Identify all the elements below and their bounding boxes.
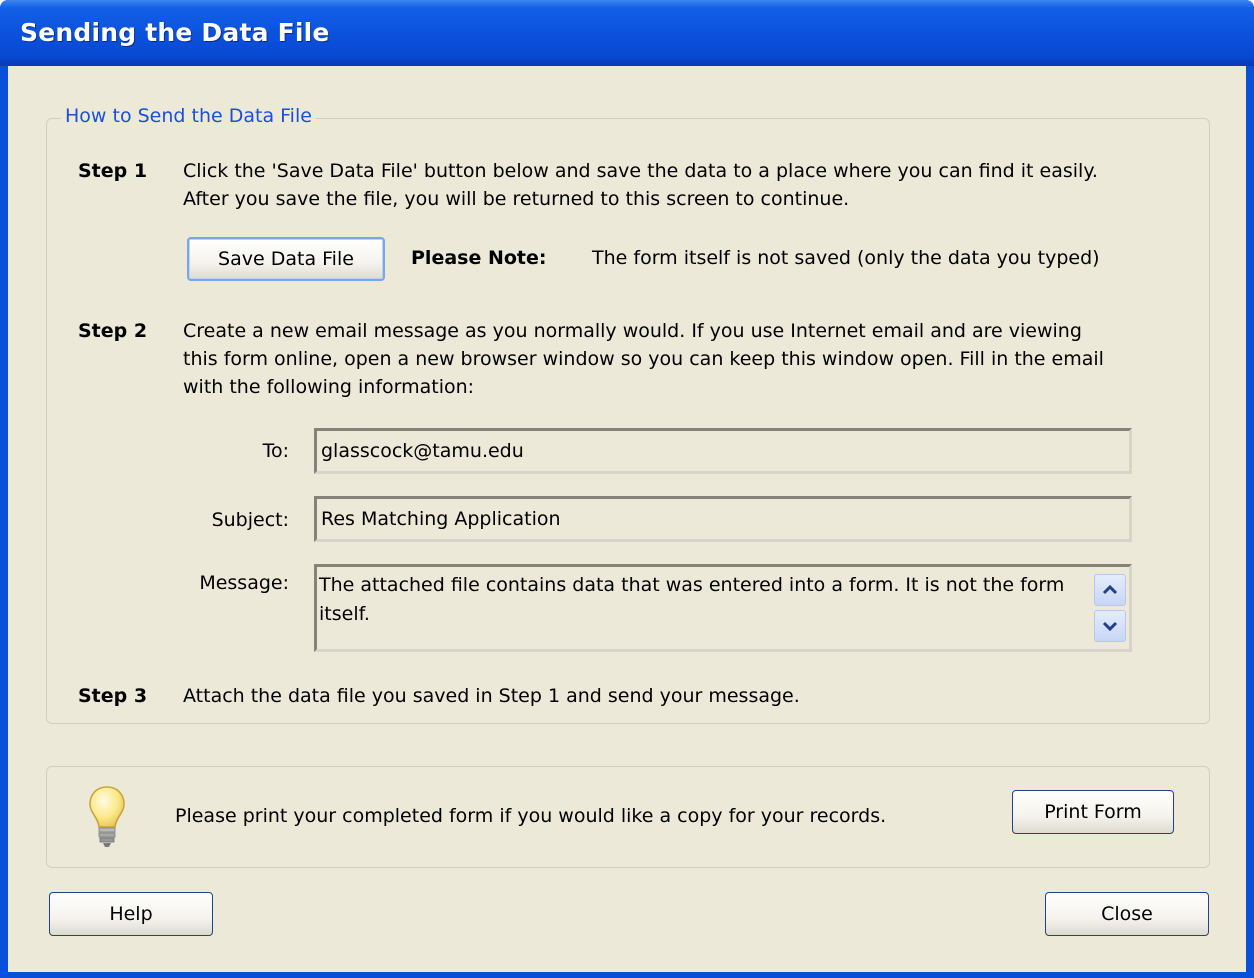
step1-label: Step 1	[78, 160, 148, 182]
to-field[interactable]	[314, 428, 1132, 474]
close-button[interactable]: Close	[1045, 892, 1209, 936]
note-label: Please Note:	[411, 247, 547, 269]
scroll-down-button[interactable]	[1094, 610, 1126, 642]
message-field[interactable]: The attached file contains data that was…	[314, 564, 1132, 652]
lightbulb-icon	[89, 786, 125, 847]
help-button[interactable]: Help	[49, 892, 213, 936]
message-text: The attached file contains data that was…	[319, 574, 1065, 625]
message-label: Message:	[199, 572, 289, 594]
save-data-file-button[interactable]: Save Data File	[187, 237, 385, 281]
print-tip-text: Please print your completed form if you …	[175, 805, 887, 827]
print-form-button[interactable]: Print Form	[1012, 790, 1174, 834]
dialog-body: How to Send the Data File Step 1 Click t…	[8, 66, 1246, 972]
step1-text: Click the 'Save Data File' button below …	[183, 160, 1098, 210]
chevron-up-icon	[1102, 584, 1118, 595]
step3-label: Step 3	[78, 685, 148, 707]
note-text: The form itself is not saved (only the d…	[592, 247, 1100, 269]
send-instructions-group: How to Send the Data File Step 1 Click t…	[46, 105, 1210, 724]
subject-field[interactable]	[314, 496, 1132, 542]
chevron-down-icon	[1102, 621, 1118, 632]
title-bar[interactable]: Sending the Data File	[0, 0, 1254, 66]
step3-text: Attach the data file you saved in Step 1…	[183, 685, 800, 707]
step2-text: Create a new email message as you normal…	[183, 320, 1104, 398]
step2-label: Step 2	[78, 320, 148, 342]
dialog-title: Sending the Data File	[20, 18, 330, 47]
dialog-window: Sending the Data File How to Send the Da…	[0, 0, 1254, 978]
group-title: How to Send the Data File	[61, 105, 316, 127]
print-tip-box: Please print your completed form if you …	[46, 766, 1210, 868]
scroll-up-button[interactable]	[1094, 574, 1126, 606]
subject-label: Subject:	[211, 509, 289, 531]
to-label: To:	[262, 440, 289, 462]
